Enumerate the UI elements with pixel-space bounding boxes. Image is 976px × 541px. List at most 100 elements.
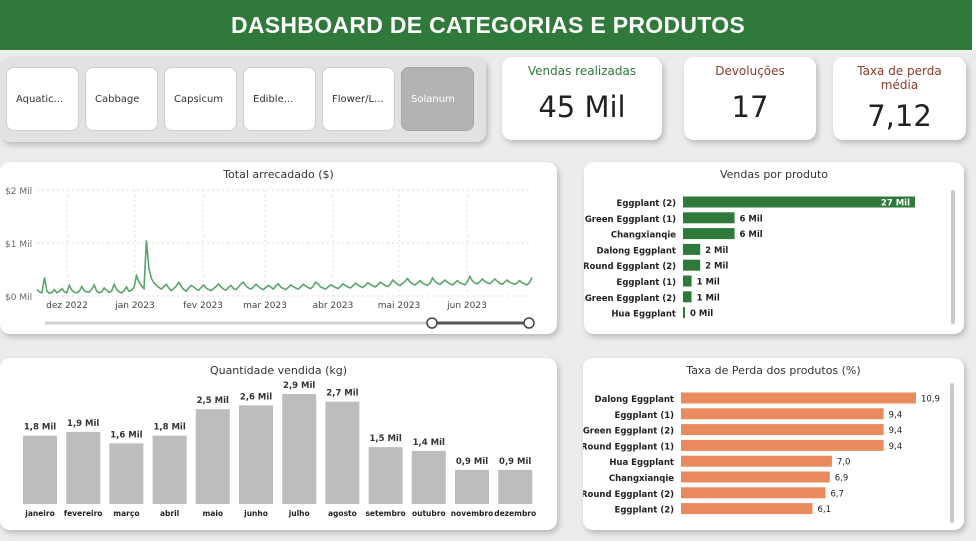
bar xyxy=(152,435,187,504)
category-label: Dalong Eggplant xyxy=(595,395,674,405)
quantity-bar-chart: 1,8 Mil janeiro 1,9 Mil fevereiro 1,6 Mil mar… xyxy=(23,381,536,518)
page-title: DASHBOARD DE CATEGORIAS E PRODUTOS xyxy=(230,11,746,38)
x-tick-label: mar 2023 xyxy=(243,301,287,311)
bar xyxy=(683,291,692,303)
x-tick-label: outubro xyxy=(412,509,446,518)
category-label: Eggplant (1) xyxy=(617,278,677,288)
y-tick-label: $2 Mil xyxy=(5,187,32,197)
category-label: Hua Eggplant xyxy=(611,310,676,320)
scrollbar[interactable] xyxy=(950,383,954,523)
bar xyxy=(681,487,826,499)
data-label: 2 Mil xyxy=(705,262,728,272)
x-tick-label: jan 2023 xyxy=(114,301,155,311)
data-label: 2,5 Mil xyxy=(197,396,229,406)
slicer-item-label: Capsicum xyxy=(174,93,224,105)
total-arrecadado-card: Total arrecadado ($) $2 Mil $1 Mil $0 Mil d… xyxy=(0,162,557,334)
data-label: 6 Mil xyxy=(740,214,763,224)
category-label: Changxianqie xyxy=(609,474,674,484)
series-line xyxy=(36,240,533,295)
x-tick-label: jun 2023 xyxy=(446,301,487,311)
data-label: 9,4 xyxy=(889,442,903,452)
bar xyxy=(239,405,273,504)
x-tick-label: dez 2022 xyxy=(46,301,88,311)
data-label: 1,6 Mil xyxy=(110,430,142,440)
x-tick-label: maio xyxy=(202,509,223,518)
bar xyxy=(681,503,813,515)
bar xyxy=(325,401,360,504)
bar xyxy=(681,408,884,420)
range-slider-handle[interactable] xyxy=(426,317,438,329)
loss-bar-chart: Dalong Eggplant 10,9 Eggplant (1) 9,4 Green … xyxy=(583,392,940,516)
data-label: 1,8 Mil xyxy=(24,423,56,433)
kpi-perda-value: 7,12 xyxy=(867,99,932,133)
category-label: Eggplant (1) xyxy=(615,411,675,421)
data-label: 1,8 Mil xyxy=(153,423,185,433)
data-label: 1,5 Mil xyxy=(369,434,401,444)
category-label: Green Eggplant (1) xyxy=(585,215,676,225)
data-label: 2,9 Mil xyxy=(283,381,315,391)
bar xyxy=(66,431,101,504)
bar xyxy=(681,455,832,467)
bar xyxy=(455,469,489,504)
vendas-produto-card: Vendas por produto Eggplant (2) 27 Mil Gre… xyxy=(584,162,964,334)
x-tick-label: junho xyxy=(243,509,268,518)
kpi-card-devolucoes: Devoluções 17 xyxy=(684,57,816,140)
bar xyxy=(683,243,701,255)
slicer-item[interactable]: Flower/L... xyxy=(322,67,395,131)
kpi-devolucoes-label: Devoluções xyxy=(715,64,785,78)
slicer-item[interactable]: Edible... xyxy=(243,67,316,131)
quantidade-card: Quantidade vendida (kg) 1,8 Mil janeiro 1,… xyxy=(0,358,557,530)
bar xyxy=(683,307,685,319)
bar xyxy=(681,424,884,436)
dashboard-header: DASHBOARD DE CATEGORIAS E PRODUTOS xyxy=(0,0,976,50)
slicer-item-label: Edible... xyxy=(253,93,294,105)
category-label: Dalong Eggplant xyxy=(597,246,676,256)
kpi-vendas-label: Vendas realizadas xyxy=(527,64,637,78)
x-tick-label: agosto xyxy=(328,509,357,518)
x-tick-label: fev 2023 xyxy=(183,301,223,311)
slicer-item[interactable]: Aquatic... xyxy=(6,67,79,131)
slicer-item-label: Aquatic... xyxy=(16,93,64,105)
range-slider-handle[interactable] xyxy=(523,317,535,329)
category-label: Green Eggplant (2) xyxy=(583,427,674,437)
bar xyxy=(109,443,144,504)
slicer-item[interactable]: Capsicum xyxy=(164,67,237,131)
kpi-devolucoes-value: 17 xyxy=(731,90,769,124)
slicer-item[interactable]: Solanum xyxy=(401,67,474,131)
data-label: 0,9 Mil xyxy=(499,457,531,467)
slicer-item[interactable]: Cabbage xyxy=(85,67,158,131)
data-label: 6,1 xyxy=(818,505,832,515)
slicer-item-label: Solanum xyxy=(411,93,455,105)
data-label: 1,4 Mil xyxy=(413,438,445,448)
line-chart: $2 Mil $1 Mil $0 Mil dez 2022 jan 2023 fev 20… xyxy=(5,187,535,329)
category-label: Hua Eggplant xyxy=(609,458,674,468)
x-tick-label: abril xyxy=(160,509,179,518)
category-slicer: Aquatic... Cabbage Capsicum Edible... Flower… xyxy=(0,57,486,142)
data-label: 2,7 Mil xyxy=(326,389,358,399)
kpi-perda-label: Taxa de perda média xyxy=(857,64,942,92)
x-tick-label: dezembro xyxy=(494,509,536,518)
data-label: 10,9 xyxy=(921,395,940,405)
kpi-vendas-value: 45 Mil xyxy=(538,90,626,124)
x-tick-label: mai 2023 xyxy=(378,301,421,311)
bar xyxy=(683,259,701,271)
category-label: Green Eggplant (2) xyxy=(585,294,676,304)
data-label: 7,0 xyxy=(837,458,851,468)
sales-bar-chart: Eggplant (2) 27 Mil Green Eggplant (1) 6 Mi… xyxy=(584,196,915,320)
kpi-card-perda: Taxa de perda média 7,12 xyxy=(833,57,966,140)
bar xyxy=(282,394,317,504)
x-tick-label: julho xyxy=(288,509,310,518)
y-tick-label: $1 Mil xyxy=(5,240,32,250)
bar xyxy=(681,439,884,451)
category-label: Changxianqie xyxy=(611,231,676,241)
data-label: 6 Mil xyxy=(740,230,763,240)
bar xyxy=(681,471,830,483)
x-tick-label: setembro xyxy=(365,509,405,518)
y-tick-label: $0 Mil xyxy=(5,293,32,303)
data-label: 1,9 Mil xyxy=(67,419,99,429)
bar xyxy=(411,450,446,504)
data-label: 6,9 xyxy=(835,474,849,484)
data-label: 6,7 xyxy=(830,489,844,499)
data-label: 0 Mil xyxy=(690,309,713,319)
scrollbar[interactable] xyxy=(951,190,955,324)
